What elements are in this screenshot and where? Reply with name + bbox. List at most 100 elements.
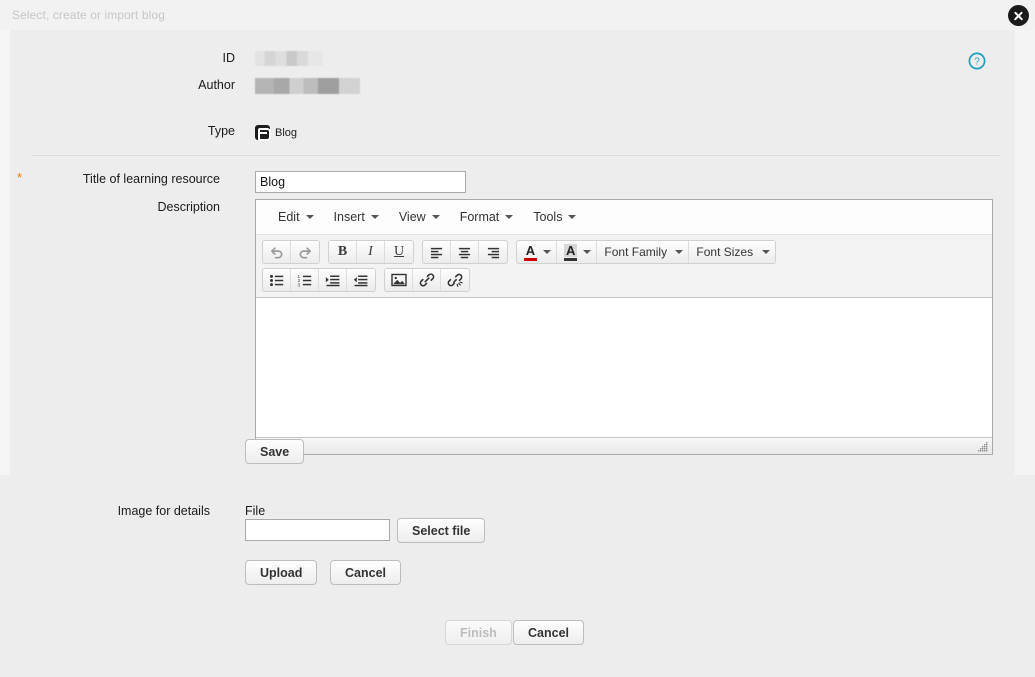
chevron-down-icon bbox=[370, 215, 379, 219]
editor-toolbar-row-1: B I U A A Font Family Font Sizes bbox=[258, 238, 990, 266]
required-marker: * bbox=[16, 170, 22, 185]
select-file-button[interactable]: Select file bbox=[397, 518, 486, 543]
list-indent-group: 123 bbox=[262, 268, 376, 292]
font-sizes-label: Font Sizes bbox=[696, 245, 754, 259]
editor-menubar: Edit Insert View Format Tools bbox=[256, 200, 992, 235]
save-button[interactable]: Save bbox=[245, 439, 305, 464]
section-divider bbox=[32, 155, 1000, 156]
dialog-titlebar: Select, create or import blog bbox=[0, 0, 1035, 30]
background-color-icon: A bbox=[564, 242, 578, 261]
underline-glyph: U bbox=[393, 244, 405, 259]
title-input[interactable] bbox=[255, 171, 466, 193]
editor-statusbar: p bbox=[256, 437, 992, 454]
link-icon[interactable] bbox=[413, 269, 441, 291]
blog-details-panel: ? ID Author Type Blog * Title of learnin… bbox=[10, 30, 1015, 475]
text-color-icon: A bbox=[524, 244, 537, 261]
dialog-root: Select, create or import blog ? ID Autho… bbox=[0, 0, 1035, 677]
editor-toolbar: B I U A A Font Family Font Sizes 1 2 3 bbox=[256, 235, 992, 298]
background-color-button[interactable]: A bbox=[557, 241, 598, 263]
bold-glyph: B bbox=[337, 244, 348, 259]
underline-icon[interactable]: U bbox=[385, 241, 413, 263]
menu-edit[interactable]: Edit bbox=[268, 207, 324, 227]
color-group: A A Font Family Font Sizes bbox=[516, 240, 777, 264]
close-icon[interactable] bbox=[1008, 5, 1029, 26]
chevron-down-icon bbox=[583, 250, 592, 254]
file-label: File bbox=[245, 504, 266, 518]
font-family-label: Font Family bbox=[604, 245, 668, 259]
chevron-down-icon bbox=[431, 215, 440, 219]
bold-icon[interactable]: B bbox=[329, 241, 357, 263]
type-value-label: Blog bbox=[275, 126, 298, 139]
dialog-cancel-button[interactable]: Cancel bbox=[513, 620, 584, 645]
image-for-details-text: Image for details bbox=[117, 504, 210, 518]
menu-insert-label: Insert bbox=[333, 210, 365, 224]
bullet-list-icon[interactable] bbox=[263, 269, 291, 291]
outdent-icon[interactable] bbox=[347, 269, 375, 291]
meta-row-author: Author bbox=[10, 78, 235, 96]
svg-text:?: ? bbox=[974, 57, 980, 68]
description-label-text: Description bbox=[157, 200, 220, 214]
author-label: Author bbox=[198, 78, 235, 92]
chevron-down-icon bbox=[675, 250, 684, 254]
history-group bbox=[262, 240, 320, 264]
meta-row-type: Type bbox=[10, 124, 235, 142]
resize-handle-icon[interactable] bbox=[978, 441, 989, 452]
type-label: Type bbox=[207, 124, 235, 138]
menu-edit-label: Edit bbox=[278, 210, 300, 224]
menu-format-label: Format bbox=[459, 210, 500, 224]
svg-text:3: 3 bbox=[297, 282, 300, 287]
chevron-down-icon bbox=[505, 215, 514, 219]
indent-icon[interactable] bbox=[319, 269, 347, 291]
upload-cancel-button[interactable]: Cancel bbox=[330, 560, 401, 585]
type-value: Blog bbox=[255, 125, 298, 141]
meta-row-id: ID bbox=[10, 51, 236, 69]
chevron-down-icon bbox=[305, 215, 314, 219]
menu-tools[interactable]: Tools bbox=[523, 207, 586, 227]
background-color-swatch bbox=[564, 257, 578, 261]
text-color-button[interactable]: A bbox=[517, 241, 557, 263]
text-color-swatch bbox=[524, 257, 537, 261]
upload-button[interactable]: Upload bbox=[245, 560, 318, 585]
align-left-icon[interactable] bbox=[423, 241, 451, 263]
undo-icon[interactable] bbox=[263, 241, 291, 263]
italic-glyph: I bbox=[368, 244, 373, 259]
finish-button[interactable]: Finish bbox=[445, 620, 512, 645]
menu-view[interactable]: View bbox=[389, 207, 450, 227]
align-center-icon[interactable] bbox=[451, 241, 479, 263]
image-for-details-label: Image for details bbox=[0, 504, 210, 518]
font-family-select[interactable]: Font Family bbox=[597, 241, 690, 263]
description-field-label: Description bbox=[10, 200, 220, 214]
numbered-list-icon[interactable]: 123 bbox=[291, 269, 319, 291]
editor-toolbar-row-2: 123 bbox=[258, 266, 990, 294]
title-field-label: * Title of learning resource bbox=[10, 170, 220, 186]
chevron-down-icon bbox=[568, 215, 577, 219]
redo-icon[interactable] bbox=[291, 241, 319, 263]
alignment-group bbox=[422, 240, 508, 264]
menu-tools-label: Tools bbox=[533, 210, 563, 224]
image-icon[interactable] bbox=[385, 269, 413, 291]
id-label: ID bbox=[222, 51, 236, 65]
menu-insert[interactable]: Insert bbox=[324, 207, 389, 227]
blog-icon bbox=[255, 125, 271, 141]
file-input[interactable] bbox=[245, 519, 390, 541]
background-color-glyph: A bbox=[564, 242, 578, 258]
chevron-down-icon bbox=[543, 250, 551, 254]
dialog-title: Select, create or import blog bbox=[12, 8, 165, 22]
id-value-redacted bbox=[255, 51, 323, 66]
left-gutter bbox=[0, 30, 10, 475]
description-editor: Edit Insert View Format Tools B I U A A … bbox=[255, 199, 993, 455]
author-value-redacted bbox=[255, 78, 360, 94]
menu-format[interactable]: Format bbox=[450, 207, 524, 227]
unlink-icon[interactable] bbox=[441, 269, 469, 291]
chevron-down-icon bbox=[762, 250, 771, 254]
title-label-text: Title of learning resource bbox=[82, 172, 220, 186]
menu-view-label: View bbox=[398, 210, 426, 224]
help-icon-top[interactable]: ? bbox=[968, 52, 986, 70]
insert-group bbox=[384, 268, 470, 292]
text-color-glyph: A bbox=[525, 242, 536, 258]
editor-content-area[interactable] bbox=[256, 298, 992, 437]
align-right-icon[interactable] bbox=[479, 241, 507, 263]
font-size-select[interactable]: Font Sizes bbox=[689, 241, 775, 263]
italic-icon[interactable]: I bbox=[357, 241, 385, 263]
text-style-group: B I U bbox=[328, 240, 414, 264]
